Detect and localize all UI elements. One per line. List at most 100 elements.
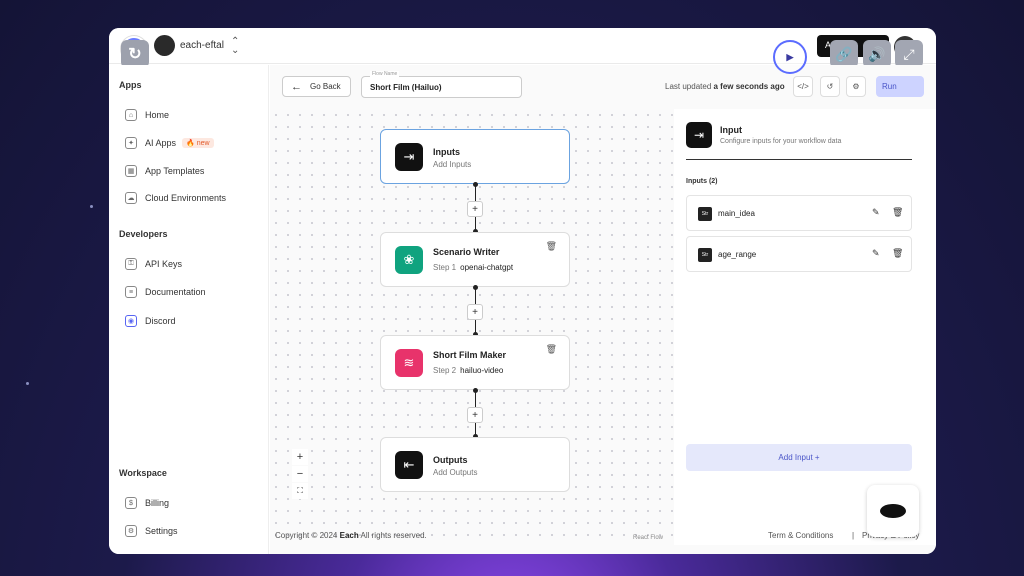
chevron-updown-icon[interactable]: ⌃ ⌄ — [231, 37, 239, 56]
sidebar-item-billing[interactable]: $ Billing — [125, 496, 169, 510]
arrow-left-icon: ← — [291, 80, 302, 93]
run-play-icon[interactable]: ▶ — [773, 40, 807, 74]
pencil-icon[interactable]: ✎ — [872, 248, 880, 259]
sidebar-item-label: API Keys — [145, 259, 183, 269]
copyright-prefix: Copyright © 2024 — [275, 531, 338, 540]
divider — [686, 159, 912, 160]
flow-canvas[interactable]: ⇥ Inputs Add Inputs + ❀ Scenario Writer … — [270, 109, 674, 545]
widget-logo-icon — [880, 504, 906, 518]
sidebar-item-discord[interactable]: ◉ Discord — [125, 314, 176, 328]
trash-icon[interactable]: 🗑 — [546, 344, 557, 355]
link-icon[interactable]: 🔗 — [830, 40, 858, 68]
background-star — [90, 205, 93, 208]
code-icon[interactable]: </> — [793, 76, 813, 97]
node-subtitle: Add Inputs — [433, 160, 472, 169]
sidebar-item-label: Discord — [145, 316, 176, 326]
sidebar-item-label: Home — [145, 110, 170, 120]
outputs-node[interactable]: ⇤ Outputs Add Outputs — [380, 437, 570, 492]
chat-widget-button[interactable] — [867, 485, 919, 537]
gear-icon[interactable]: ⚙ — [846, 76, 866, 97]
input-icon: ⇥ — [686, 122, 712, 148]
footer-separator: | — [852, 531, 855, 540]
sidebar-item-label: AI Apps — [145, 138, 177, 148]
background-star — [26, 382, 29, 385]
edge — [475, 391, 476, 407]
developers-section-title: Developers — [119, 229, 168, 239]
zoom-out-button[interactable]: − — [292, 466, 308, 482]
input-config-panel: ⇥ Input Configure inputs for your workfl… — [674, 109, 936, 545]
input-row[interactable]: Str main_idea ✎ 🗑 — [686, 195, 912, 231]
input-icon: ⇥ — [395, 143, 423, 171]
flow-name-label: Flow Name — [370, 71, 400, 77]
add-step-button[interactable]: + — [467, 407, 483, 423]
input-row[interactable]: Str age_range ✎ 🗑 — [686, 236, 912, 272]
input-name: age_range — [718, 250, 757, 259]
sidebar-item-home[interactable]: ⌂ Home — [125, 108, 169, 122]
panel-subtitle: Configure inputs for your workflow data — [720, 138, 842, 145]
step-app: hailuo-video — [460, 366, 504, 375]
step-number: Step 1 — [433, 263, 457, 272]
sidebar-item-settings[interactable]: ⚙ Settings — [125, 524, 178, 538]
new-badge: 🔥 new — [182, 138, 214, 148]
sidebar-item-label: Billing — [145, 498, 170, 508]
copyright-suffix: All rights reserved. — [360, 531, 427, 540]
billing-icon: $ — [125, 497, 137, 509]
sidebar-item-label: App Templates — [145, 166, 205, 176]
step-node-short-film-maker[interactable]: ≋ Short Film Maker Step 2 hailuo-video 🗑 — [380, 335, 570, 390]
edge — [475, 288, 476, 304]
sidebar-item-api-keys[interactable]: ⚿ API Keys — [125, 257, 182, 271]
inputs-node[interactable]: ⇥ Inputs Add Inputs — [380, 129, 570, 184]
step-number: Step 2 — [433, 366, 457, 375]
app-window: ↻ each-eftal ⌃⌄ Account 🔗 🔊 ⤢ Apps ⌂ Hom… — [109, 28, 936, 554]
zoom-in-button[interactable]: + — [292, 449, 308, 465]
ai-apps-icon: ✦ — [125, 137, 137, 149]
fit-view-icon[interactable]: ⛶ — [292, 483, 308, 499]
flow-name-field[interactable]: Flow Name Short Film (Hailuo) — [361, 71, 522, 98]
org-avatar[interactable] — [154, 35, 175, 56]
add-step-button[interactable]: + — [467, 201, 483, 217]
refresh-icon[interactable]: ↻ — [121, 40, 149, 68]
copyright-text: Copyright © 2024 Each All rights reserve… — [275, 531, 427, 540]
react-flow-attribution[interactable]: React Flow — [633, 535, 663, 541]
output-icon: ⇤ — [395, 451, 423, 479]
go-back-label: Go Back — [310, 82, 341, 91]
run-button[interactable]: Run — [876, 76, 924, 97]
node-title: Inputs — [433, 147, 460, 157]
pencil-icon[interactable]: ✎ — [872, 207, 880, 218]
document-icon: ≡ — [125, 286, 137, 298]
discord-icon: ◉ — [125, 315, 137, 327]
node-title: Short Film Maker — [433, 350, 507, 360]
trash-icon[interactable]: 🗑 — [892, 207, 903, 218]
sidebar-item-ai-apps[interactable]: ✦ AI Apps 🔥 new — [125, 136, 214, 150]
step-node-scenario-writer[interactable]: ❀ Scenario Writer Step 1 openai-chatgpt 🗑 — [380, 232, 570, 287]
home-icon: ⌂ — [125, 109, 137, 121]
key-icon: ⚿ — [125, 258, 137, 270]
trash-icon[interactable]: 🗑 — [892, 248, 903, 259]
terms-link[interactable]: Term & Conditions — [768, 531, 833, 540]
workspace-section-title: Workspace — [119, 468, 167, 478]
trash-icon[interactable]: 🗑 — [546, 241, 557, 252]
apps-section-title: Apps — [119, 80, 142, 90]
cloud-icon: ☁ — [125, 192, 137, 204]
sidebar-item-label: Settings — [145, 526, 178, 536]
expand-icon[interactable]: ⤢ — [895, 40, 923, 68]
org-name[interactable]: each-eftal — [180, 40, 224, 51]
flow-name-value[interactable]: Short Film (Hailuo) — [370, 83, 442, 92]
sidebar-item-cloud-environments[interactable]: ☁ Cloud Environments — [125, 191, 226, 205]
panel-title: Input — [720, 125, 742, 135]
sidebar-item-app-templates[interactable]: ▦ App Templates — [125, 164, 204, 178]
inputs-count: Inputs (2) — [686, 178, 718, 185]
node-title: Outputs — [433, 455, 468, 465]
volume-icon[interactable]: 🔊 — [863, 40, 891, 68]
add-input-button[interactable]: Add Input + — [686, 444, 912, 471]
sidebar-item-documentation[interactable]: ≡ Documentation — [125, 285, 206, 299]
history-icon[interactable]: ↺ — [820, 76, 840, 97]
go-back-button[interactable]: ← Go Back — [282, 76, 351, 97]
settings-icon: ⚙ — [125, 525, 137, 537]
add-step-button[interactable]: + — [467, 304, 483, 320]
sidebar-item-label: Documentation — [145, 287, 206, 297]
copyright-brand: Each — [339, 531, 359, 540]
run-label: Run — [882, 82, 897, 91]
sidebar: Apps ⌂ Home ✦ AI Apps 🔥 new ▦ App Templa… — [109, 65, 269, 554]
templates-icon: ▦ — [125, 165, 137, 177]
